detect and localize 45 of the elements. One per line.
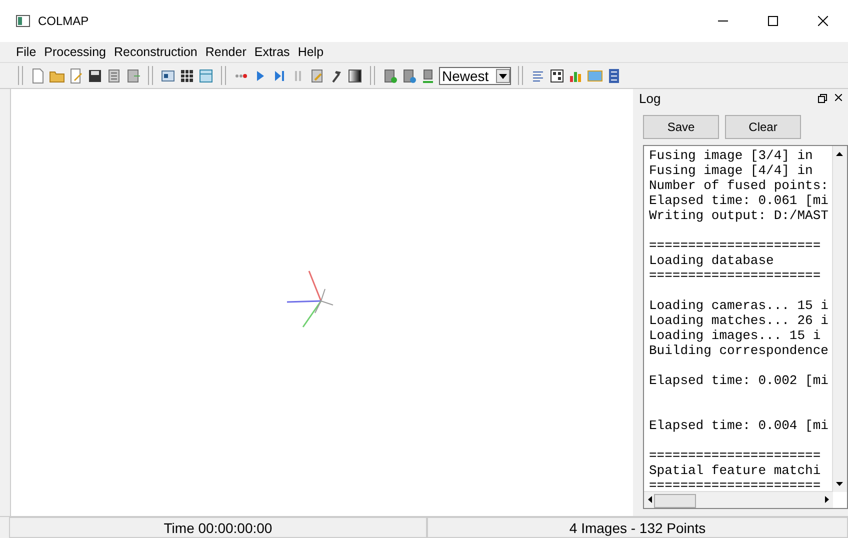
scroll-up-icon bbox=[836, 151, 844, 157]
grid-icon[interactable] bbox=[179, 68, 195, 84]
menu-item[interactable]: Reconstruction bbox=[110, 45, 202, 59]
save-icon[interactable] bbox=[87, 68, 103, 84]
app-icon bbox=[16, 15, 30, 27]
log-line: Loading cameras... 15 i bbox=[649, 298, 830, 313]
maximize-icon bbox=[768, 16, 778, 26]
log-line: Loading matches... 26 i bbox=[649, 313, 830, 328]
log-line: Loading images... 15 i bbox=[649, 328, 822, 343]
window-title: COLMAP bbox=[38, 14, 90, 28]
menu-item[interactable]: Help bbox=[294, 45, 328, 59]
log-line: ====================== bbox=[649, 238, 822, 253]
log-button[interactable]: Save bbox=[643, 115, 719, 139]
pattern-icon[interactable] bbox=[549, 68, 565, 84]
new-file-icon[interactable] bbox=[30, 68, 46, 84]
menu-item[interactable]: Render bbox=[201, 45, 250, 59]
log-line: ====================== bbox=[649, 448, 822, 463]
log-line: Elapsed time: 0.004 [mi bbox=[649, 418, 830, 433]
log-line: Loading database bbox=[649, 253, 775, 268]
menu-item[interactable]: Processing bbox=[40, 45, 110, 59]
log-button[interactable]: Clear bbox=[725, 115, 801, 139]
menu-item[interactable]: File bbox=[12, 45, 40, 59]
log-line: Number of fused points: bbox=[649, 178, 830, 193]
status-text: 4 Images - 132 Points bbox=[427, 517, 848, 538]
status-text: Time 00:00:00:00 bbox=[9, 517, 427, 538]
log-line: Fusing image [3/4] in bbox=[649, 148, 814, 163]
scrollbar-thumb[interactable] bbox=[654, 494, 696, 508]
log-line: Fusing image [4/4] in bbox=[649, 163, 814, 178]
close-icon bbox=[818, 16, 828, 26]
menu-item[interactable]: Extras bbox=[250, 45, 294, 59]
float-icon bbox=[818, 94, 827, 102]
sort-dropdown[interactable]: Newest bbox=[439, 66, 511, 84]
scroll-down-icon bbox=[836, 481, 844, 487]
gradient-icon[interactable] bbox=[347, 68, 363, 84]
log-line: Elapsed time: 0.002 [mi bbox=[649, 373, 830, 388]
dock-title: Log bbox=[639, 90, 661, 106]
log-line: Elapsed time: 0.061 [mi bbox=[649, 193, 830, 208]
log-line: Building correspondence bbox=[649, 343, 830, 358]
log-line: Writing output: D:/MAST bbox=[649, 208, 830, 223]
log-line: Spatial feature matchi bbox=[649, 463, 822, 478]
log-line: ====================== bbox=[649, 478, 822, 493]
scroll-right-icon bbox=[824, 496, 830, 504]
caret-icon bbox=[496, 68, 510, 82]
log-line: ====================== bbox=[649, 268, 822, 283]
close-icon bbox=[835, 94, 842, 100]
